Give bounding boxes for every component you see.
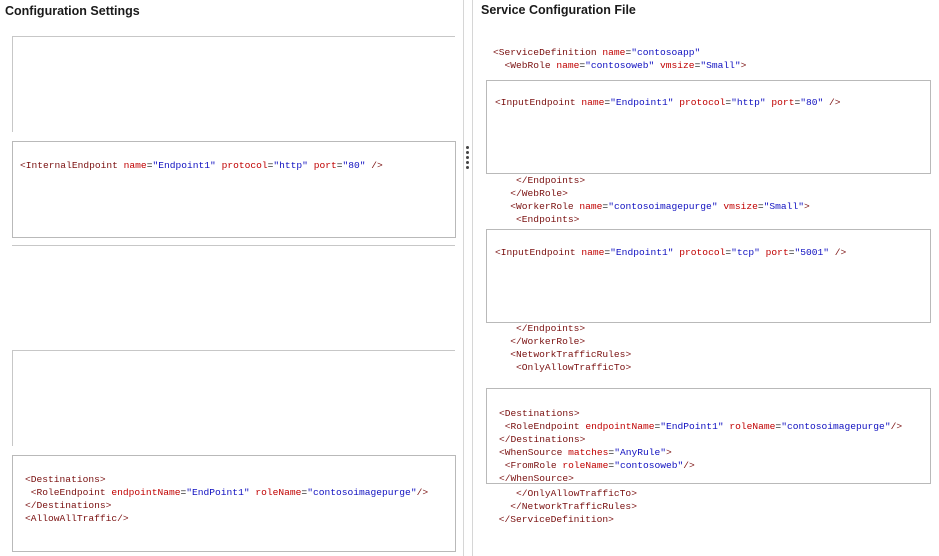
code-workerrole-open: <WorkerRole name="contosoimagepurge" vms… [510, 201, 810, 212]
code-network-rules-close: </NetworkTrafficRules> [510, 501, 637, 512]
code-endpoints-close-1: </Endpoints> [516, 175, 586, 186]
drop-slot-1[interactable]: <InputEndpoint name="Endpoint1" protocol… [486, 80, 931, 174]
drop-slot-3-line-6: </WhenSource> [499, 473, 574, 484]
drop-slot-3-line-4: <WhenSource matches="AnyRule"> [499, 447, 672, 458]
code-network-rules-open: <NetworkTrafficRules> [510, 349, 632, 360]
drop-slot-2[interactable]: <InputEndpoint name="Endpoint1" protocol… [486, 229, 931, 323]
option-destinations-line-2: <RoleEndpoint endpointName="EndPoint1" r… [30, 487, 429, 498]
code-only-allow-close: </OnlyAllowTrafficTo> [516, 488, 637, 499]
drop-slot-3-line-2: <RoleEndpoint endpointName="EndPoint1" r… [504, 421, 903, 432]
code-workerrole-close: </WorkerRole> [510, 336, 586, 347]
empty-slot2-left-border [12, 350, 13, 446]
splitter-handle[interactable] [466, 146, 470, 171]
drop-slot-3-line-1: <Destinations> [499, 408, 580, 419]
drop-slot-1-code: <InputEndpoint name="Endpoint1" protocol… [495, 97, 841, 108]
code-endpoints-close-2: </Endpoints> [516, 323, 586, 334]
drop-slot-3[interactable]: <Destinations> <RoleEndpoint endpointNam… [486, 388, 931, 484]
empty-slot-left-border [12, 36, 13, 132]
option-destinations-line-3: </Destinations> [25, 500, 112, 511]
code-service-definition-open: <ServiceDefinition name="contosoapp" [493, 47, 701, 58]
panel-divider-left [463, 0, 464, 556]
code-webrole-close: </WebRole> [510, 188, 568, 199]
code-only-allow-open: <OnlyAllowTrafficTo> [516, 362, 632, 373]
option-destinations-line-4: <AllowAllTraffic/> [25, 513, 129, 524]
left-panel-title: Configuration Settings [5, 4, 140, 18]
empty-slot2-top-border [12, 350, 455, 351]
right-panel-title: Service Configuration File [481, 3, 636, 17]
drop-slot-3-line-3: </Destinations> [499, 434, 586, 445]
code-service-definition-close: </ServiceDefinition> [498, 514, 614, 525]
code-endpoints-open-2: <Endpoints> [516, 214, 580, 225]
empty-slot-separator [12, 245, 455, 246]
option-internal-endpoint[interactable]: <InternalEndpoint name="Endpoint1" proto… [12, 141, 456, 238]
drop-slot-3-line-5: <FromRole roleName="contosoweb"/> [504, 460, 695, 471]
empty-slot-top-border [12, 36, 455, 37]
panel-divider-right [472, 0, 473, 556]
option-destinations-line-1: <Destinations> [25, 474, 106, 485]
option-internal-endpoint-code: <InternalEndpoint name="Endpoint1" proto… [20, 160, 383, 171]
option-destinations-allow-all[interactable]: <Destinations> <RoleEndpoint endpointNam… [12, 455, 456, 552]
code-webrole-open: <WebRole name="contosoweb" vmsize="Small… [504, 60, 747, 71]
drop-slot-2-code: <InputEndpoint name="Endpoint1" protocol… [495, 247, 847, 258]
